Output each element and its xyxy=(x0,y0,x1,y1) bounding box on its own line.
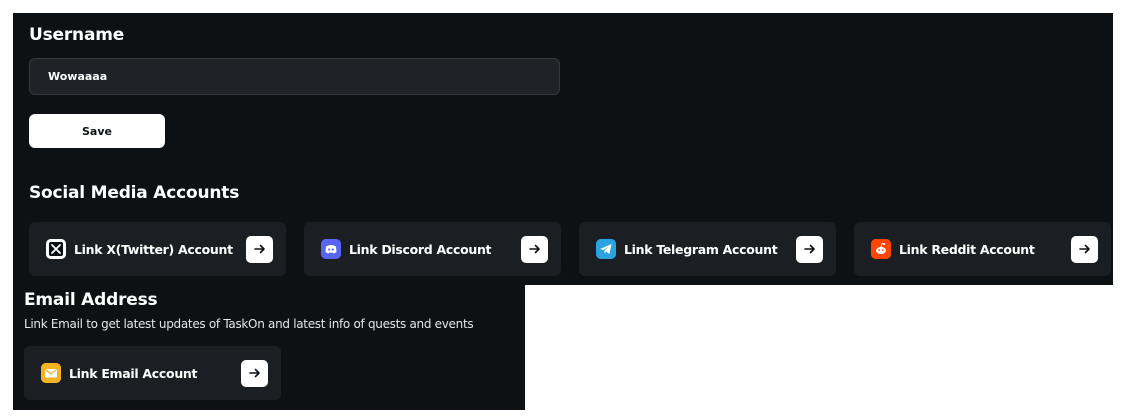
x-twitter-icon xyxy=(46,239,66,259)
telegram-icon xyxy=(596,239,616,259)
arrow-right-icon xyxy=(1078,244,1090,254)
link-reddit-arrow-button[interactable] xyxy=(1071,235,1098,263)
email-settings-panel: Email Address Link Email to get latest u… xyxy=(13,285,525,410)
link-reddit-card[interactable]: Link Reddit Account xyxy=(854,222,1111,276)
discord-icon xyxy=(321,239,341,259)
link-twitter-arrow-button[interactable] xyxy=(246,235,273,263)
link-email-arrow-button[interactable] xyxy=(241,359,268,387)
link-telegram-arrow-button[interactable] xyxy=(796,235,823,263)
link-telegram-label: Link Telegram Account xyxy=(624,241,778,257)
link-email-label: Link Email Account xyxy=(69,365,198,381)
arrow-right-icon xyxy=(803,244,815,254)
email-description: Link Email to get latest updates of Task… xyxy=(24,317,474,331)
arrow-right-icon xyxy=(253,244,265,254)
social-media-heading: Social Media Accounts xyxy=(29,183,240,203)
link-twitter-label: Link X(Twitter) Account xyxy=(74,241,233,257)
email-heading: Email Address xyxy=(24,290,158,310)
email-icon xyxy=(41,363,61,383)
username-heading: Username xyxy=(29,25,125,45)
link-discord-card[interactable]: Link Discord Account xyxy=(304,222,561,276)
username-input[interactable] xyxy=(29,58,560,95)
reddit-icon xyxy=(871,239,891,259)
link-discord-label: Link Discord Account xyxy=(349,241,492,257)
link-twitter-card[interactable]: Link X(Twitter) Account xyxy=(29,222,286,276)
arrow-right-icon xyxy=(248,368,260,378)
arrow-right-icon xyxy=(528,244,540,254)
link-email-card[interactable]: Link Email Account xyxy=(24,346,281,400)
link-reddit-label: Link Reddit Account xyxy=(899,241,1035,257)
profile-settings-panel: Username Save Social Media Accounts Link… xyxy=(13,13,1113,285)
save-button[interactable]: Save xyxy=(29,114,165,148)
link-discord-arrow-button[interactable] xyxy=(521,235,548,263)
link-telegram-card[interactable]: Link Telegram Account xyxy=(579,222,836,276)
